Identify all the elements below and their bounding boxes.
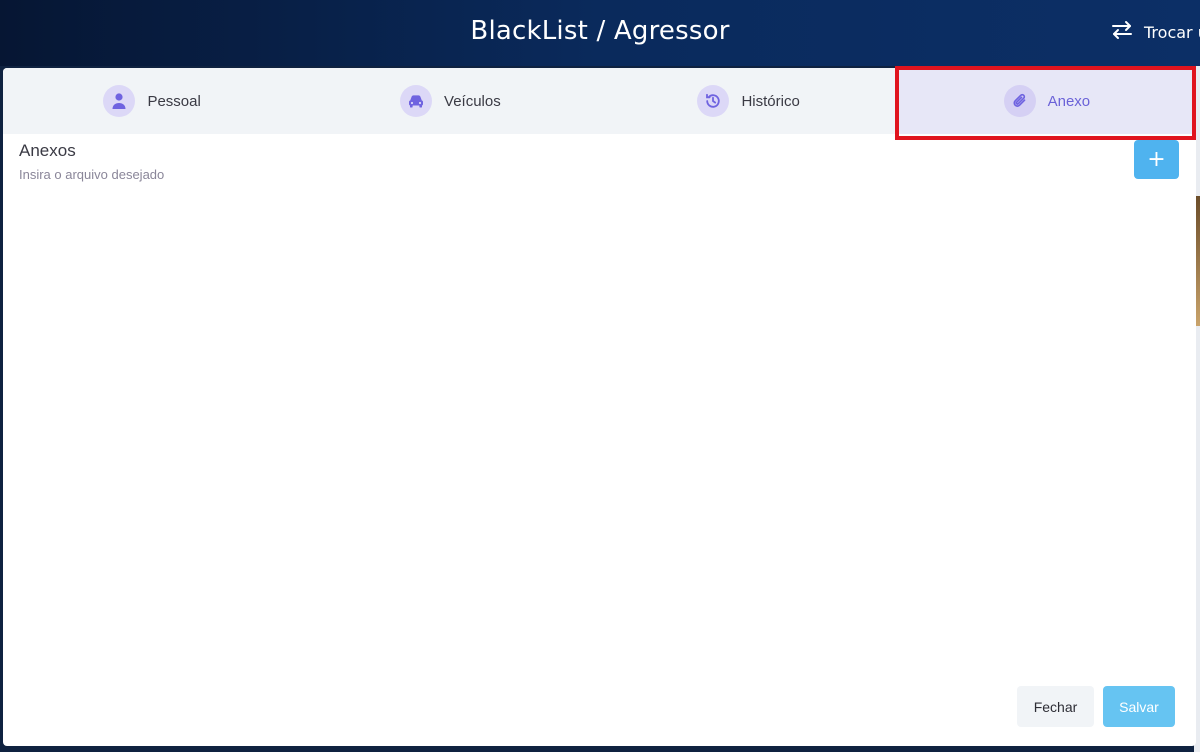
tab-anexo[interactable]: Anexo xyxy=(897,68,1196,134)
history-icon xyxy=(697,85,730,117)
blacklist-modal: Pessoal Veículos Histórico Anexo Anexos … xyxy=(3,68,1196,746)
tab-label: Pessoal xyxy=(147,92,201,110)
page-title: BlackList / Agressor xyxy=(470,16,730,46)
car-icon xyxy=(400,85,433,117)
section-title: Anexos xyxy=(19,141,76,160)
paperclip-icon xyxy=(1003,85,1036,117)
swap-arrows-icon xyxy=(1110,20,1134,44)
tab-historico[interactable]: Histórico xyxy=(600,68,898,134)
section-subtitle: Insira o arquivo desejado xyxy=(19,167,165,182)
save-button[interactable]: Salvar xyxy=(1103,686,1175,727)
tab-label: Anexo xyxy=(1047,92,1091,110)
tab-bar: Pessoal Veículos Histórico Anexo xyxy=(3,68,1196,134)
add-attachment-button[interactable]: + xyxy=(1134,140,1179,179)
tab-label: Veículos xyxy=(444,92,501,110)
top-bar: BlackList / Agressor Trocar u xyxy=(0,0,1200,66)
person-icon xyxy=(103,85,136,117)
swap-button[interactable]: Trocar u xyxy=(1110,20,1200,44)
close-button[interactable]: Fechar xyxy=(1017,686,1094,727)
tab-label: Histórico xyxy=(741,92,800,110)
tab-pessoal[interactable]: Pessoal xyxy=(3,68,301,134)
tab-veiculos[interactable]: Veículos xyxy=(301,68,599,134)
swap-label: Trocar u xyxy=(1144,22,1200,42)
